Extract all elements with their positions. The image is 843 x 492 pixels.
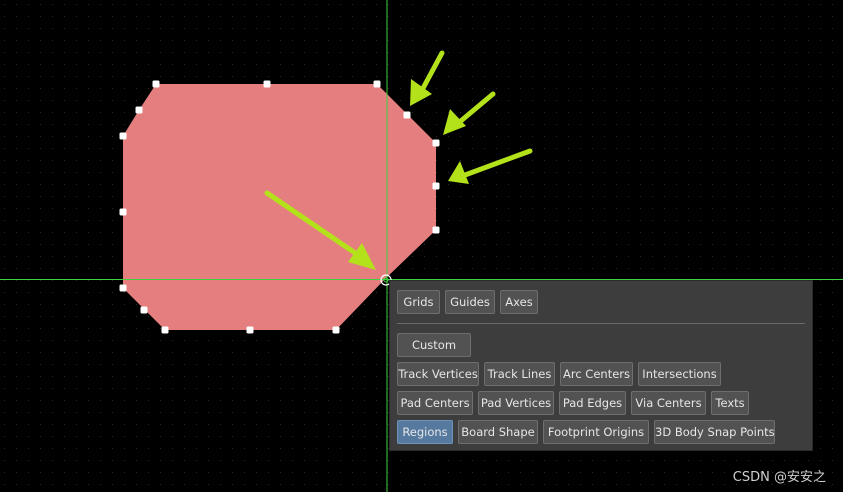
vertex-handle[interactable]: [135, 106, 143, 114]
arc-centers-button[interactable]: Arc Centers: [560, 362, 633, 386]
footprint-origins-button[interactable]: Footprint Origins: [543, 420, 649, 444]
vertex-handle[interactable]: [432, 182, 440, 190]
board-shape-button[interactable]: Board Shape: [458, 420, 538, 444]
vertex-handle[interactable]: [152, 80, 160, 88]
vertex-handle[interactable]: [119, 208, 127, 216]
texts-button[interactable]: Texts: [711, 391, 749, 415]
vertex-handle[interactable]: [332, 326, 340, 334]
track-vertices-button[interactable]: Track Vertices: [397, 362, 479, 386]
3d-body-snap-points-button[interactable]: 3D Body Snap Points: [654, 420, 775, 444]
guides-button[interactable]: Guides: [445, 290, 495, 314]
vertex-handle[interactable]: [161, 326, 169, 334]
pad-vertices-button[interactable]: Pad Vertices: [478, 391, 554, 415]
vertex-handle[interactable]: [403, 111, 411, 119]
vertex-handle[interactable]: [246, 326, 254, 334]
panel-divider: [397, 323, 805, 324]
track-lines-button[interactable]: Track Lines: [484, 362, 555, 386]
vertex-handle[interactable]: [373, 80, 381, 88]
pad-edges-button[interactable]: Pad Edges: [559, 391, 626, 415]
vertex-handle[interactable]: [119, 284, 127, 292]
watermark: CSDN @安安之: [732, 470, 826, 485]
via-centers-button[interactable]: Via Centers: [631, 391, 706, 415]
pad-centers-button[interactable]: Pad Centers: [397, 391, 473, 415]
vertex-handle[interactable]: [432, 139, 440, 147]
custom-button[interactable]: Custom: [397, 333, 471, 357]
snap-options-panel: Grids Guides Axes Custom Track Vertices …: [389, 280, 813, 451]
vertex-handle[interactable]: [119, 132, 127, 140]
vertex-handle[interactable]: [140, 306, 148, 314]
vertex-handle[interactable]: [263, 80, 271, 88]
intersections-button[interactable]: Intersections: [638, 362, 721, 386]
axes-button[interactable]: Axes: [500, 290, 538, 314]
grids-button[interactable]: Grids: [397, 290, 440, 314]
vertex-handle[interactable]: [432, 226, 440, 234]
regions-button[interactable]: Regions: [397, 420, 453, 444]
